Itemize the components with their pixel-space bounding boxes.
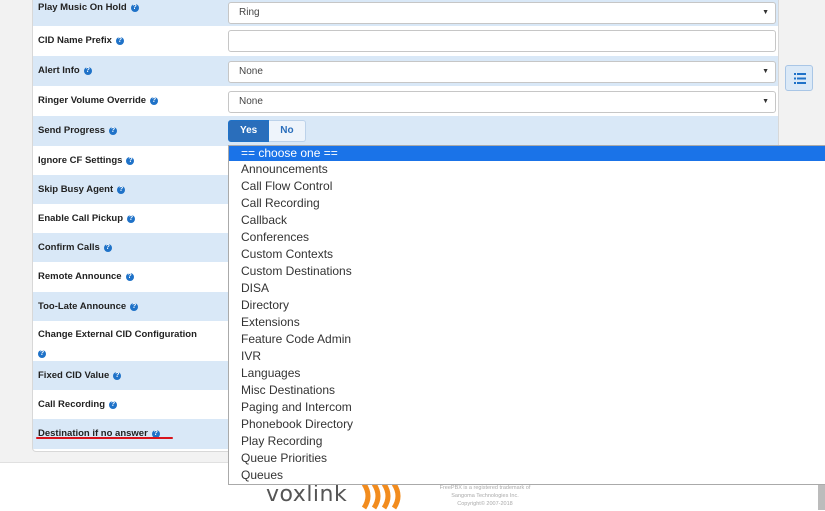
cid-name-prefix-input[interactable] <box>228 30 776 52</box>
row-label: Play Music On Hold <box>38 2 127 13</box>
dropdown-option[interactable]: Directory <box>229 297 825 314</box>
help-icon[interactable]: ? <box>83 67 92 75</box>
row-label: Skip Busy Agent <box>38 184 114 195</box>
help-icon[interactable]: ? <box>127 215 135 223</box>
dropdown-option-selected[interactable]: == choose one == <box>229 146 825 161</box>
voxlink-logo: voxlink <box>266 482 348 507</box>
help-icon[interactable]: ? <box>38 350 46 358</box>
red-underline-annotation <box>36 437 173 439</box>
dropdown-option[interactable]: Call Flow Control <box>229 178 825 195</box>
help-icon[interactable]: ? <box>113 372 122 380</box>
select-value: Ring <box>239 7 260 18</box>
legal-line: Copyright© 2007-2018 <box>457 501 513 507</box>
select-value: None <box>239 66 263 77</box>
row-label: CID Name Prefix <box>38 35 112 46</box>
row-label: Fixed CID Value <box>38 370 110 381</box>
help-icon[interactable]: ? <box>130 303 139 311</box>
dropdown-option[interactable]: Custom Contexts <box>229 246 825 263</box>
dropdown-option[interactable]: Call Recording <box>229 195 825 212</box>
row-label: Confirm Calls <box>38 242 100 253</box>
dropdown-option[interactable]: Queues <box>229 467 825 484</box>
music-on-hold-select[interactable]: Ring ▼ <box>228 2 776 24</box>
scrollbar[interactable] <box>818 485 825 510</box>
row-label: Call Recording <box>38 399 106 410</box>
row-label: Ringer Volume Override <box>38 95 147 106</box>
dropdown-option[interactable]: Languages <box>229 365 825 382</box>
list-icon <box>794 73 806 84</box>
row-label: Too-Late Announce <box>38 301 127 312</box>
row-label: Ignore CF Settings <box>38 155 123 166</box>
row-label: Remote Announce <box>38 271 122 282</box>
legal-notice: FreePBX is a registered trademark of San… <box>420 484 550 508</box>
dropdown-option[interactable]: Announcements <box>229 161 825 178</box>
row-play-music-on-hold: Play Music On Hold? Ring ▼ <box>33 0 778 26</box>
help-icon[interactable]: ? <box>109 401 118 409</box>
legal-line: FreePBX is a registered trademark of <box>439 485 531 491</box>
help-icon[interactable]: ? <box>126 157 135 165</box>
dropdown-option[interactable]: Callback <box>229 212 825 229</box>
chevron-down-icon: ▼ <box>762 9 769 16</box>
help-icon[interactable]: ? <box>125 273 134 281</box>
side-menu-button[interactable] <box>785 65 813 91</box>
row-cid-name-prefix: CID Name Prefix? <box>33 26 778 56</box>
no-button[interactable]: No <box>269 120 306 142</box>
help-icon[interactable]: ? <box>115 37 124 45</box>
alert-info-select[interactable]: None ▼ <box>228 61 776 83</box>
help-icon[interactable]: ? <box>103 244 112 252</box>
destination-dropdown-list[interactable]: == choose one == Announcements Call Flow… <box>228 145 825 485</box>
dropdown-option[interactable]: Play Recording <box>229 433 825 450</box>
dropdown-option[interactable]: DISA <box>229 280 825 297</box>
help-icon[interactable]: ? <box>150 97 159 105</box>
legal-line: Sangoma Technologies Inc. <box>451 493 519 499</box>
row-alert-info: Alert Info? None ▼ <box>33 56 778 86</box>
help-icon[interactable]: ? <box>130 4 139 12</box>
select-value: None <box>239 96 263 107</box>
dropdown-option[interactable]: Feature Code Admin <box>229 331 825 348</box>
help-icon[interactable]: ? <box>117 186 126 194</box>
dropdown-option[interactable]: Conferences <box>229 229 825 246</box>
yes-button[interactable]: Yes <box>228 120 270 142</box>
dropdown-option[interactable]: Misc Destinations <box>229 382 825 399</box>
ringer-volume-select[interactable]: None ▼ <box>228 91 776 113</box>
row-label: Change External CID Configuration <box>38 329 197 340</box>
dropdown-option[interactable]: Extensions <box>229 314 825 331</box>
row-label: Alert Info <box>38 65 80 76</box>
row-label: Send Progress <box>38 125 106 136</box>
dropdown-option[interactable]: Custom Destinations <box>229 263 825 280</box>
send-progress-toggle: Yes No <box>228 120 306 142</box>
help-icon[interactable]: ? <box>109 127 118 135</box>
row-label: Enable Call Pickup <box>38 213 123 224</box>
row-ringer-volume-override: Ringer Volume Override? None ▼ <box>33 86 778 116</box>
dropdown-option[interactable]: IVR <box>229 348 825 365</box>
dropdown-option[interactable]: Phonebook Directory <box>229 416 825 433</box>
dropdown-option[interactable]: Paging and Intercom <box>229 399 825 416</box>
row-send-progress: Send Progress? Yes No <box>33 116 778 146</box>
chevron-down-icon: ▼ <box>762 68 769 75</box>
voxlink-waves-icon <box>361 482 401 510</box>
dropdown-option[interactable]: Queue Priorities <box>229 450 825 467</box>
chevron-down-icon: ▼ <box>762 98 769 105</box>
